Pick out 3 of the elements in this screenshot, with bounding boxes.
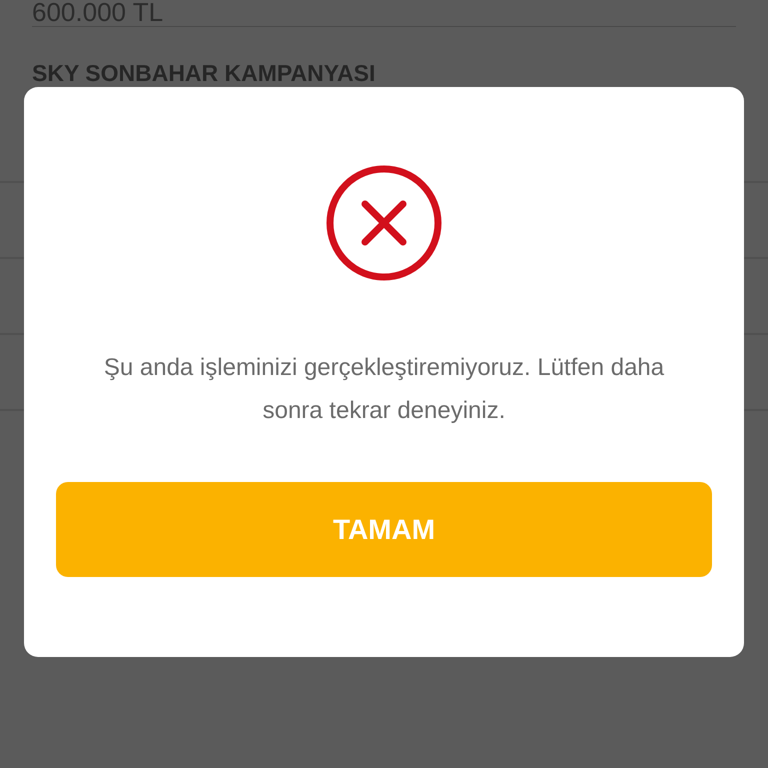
ok-button[interactable]: TAMAM bbox=[56, 482, 712, 577]
error-icon bbox=[325, 164, 443, 282]
error-message: Şu anda işleminizi gerçekleştiremiyoruz. Lütfen daha sonra tekrar deneyiniz. bbox=[102, 353, 666, 426]
